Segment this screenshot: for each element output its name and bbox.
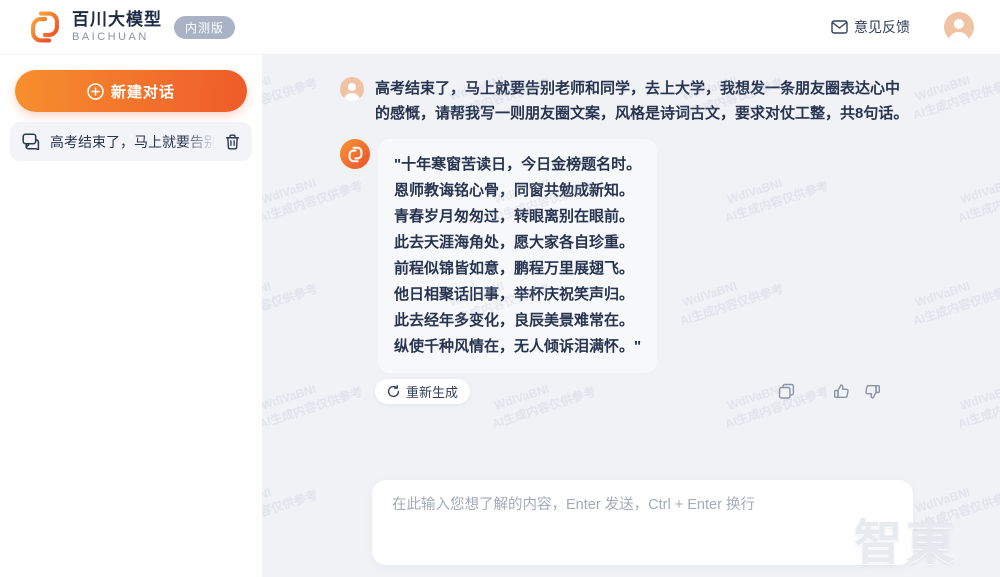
chat-input-container — [372, 480, 913, 565]
poem-line: "十年寒窗苦读日，今日金榜题名时。 — [394, 152, 641, 178]
sidebar: 新建对话 高考结束了，马上就要告别老师和同学 — [0, 55, 262, 577]
poem-line: 此去经年多变化，良辰美景难常在。 — [394, 308, 641, 334]
message-list: 高考结束了，马上就要告别老师和同学，去上大学，我想发一条朋友圈表达心中的感慨，请… — [262, 55, 1000, 404]
app-logo: 百川大模型 BAICHUAN — [26, 8, 162, 46]
conversation-list-item[interactable]: 高考结束了，马上就要告别老师和同学 — [10, 122, 252, 161]
message-actions-row: 重新生成 — [340, 379, 883, 404]
poem-line: 此去天涯海角处，愿大家各自珍重。 — [394, 230, 641, 256]
thumbs-up-button[interactable] — [831, 381, 852, 402]
beta-badge: 内测版 — [174, 16, 235, 39]
poem-line: 纵使千种风情在，无人倾诉泪满怀。" — [394, 334, 641, 360]
action-icons — [776, 381, 883, 402]
poem-line: 青春岁月匆匆过，转眼离别在眼前。 — [394, 204, 641, 230]
plus-circle-icon — [87, 83, 104, 100]
chat-area: 高考结束了，马上就要告别老师和同学，去上大学，我想发一条朋友圈表达心中的感慨，请… — [262, 55, 1000, 577]
user-message-avatar — [340, 77, 364, 101]
new-chat-button[interactable]: 新建对话 — [15, 70, 247, 112]
top-header: 百川大模型 BAICHUAN 内测版 意见反馈 — [0, 0, 1000, 55]
watermark-tile: WdIVaBNIAI生成内容仅供参考 — [958, 573, 1000, 577]
chat-input[interactable] — [392, 493, 893, 552]
copy-icon — [778, 383, 795, 400]
poem-line: 恩师教诲铭心骨，同窗共勉成新知。 — [394, 178, 641, 204]
thumbs-down-button[interactable] — [862, 381, 883, 402]
feedback-label: 意见反馈 — [854, 17, 910, 37]
feedback-button[interactable]: 意见反馈 — [831, 17, 910, 37]
envelope-icon — [831, 20, 848, 34]
user-message-text: 高考结束了，马上就要告别老师和同学，去上大学，我想发一条朋友圈表达心中的感慨，请… — [375, 76, 909, 126]
assistant-message-bubble: "十年寒窗苦读日，今日金榜题名时。恩师教诲铭心骨，同窗共勉成新知。青春岁月匆匆过… — [378, 139, 657, 373]
regenerate-button[interactable]: 重新生成 — [375, 379, 470, 404]
watermark-tile: WdIVaBNIAI生成内容仅供参考 — [262, 573, 365, 577]
baichuan-avatar-icon — [346, 145, 365, 164]
new-chat-label: 新建对话 — [111, 81, 175, 102]
trash-icon[interactable] — [225, 134, 240, 150]
refresh-icon — [387, 385, 400, 398]
conversation-title: 高考结束了，马上就要告别老师和同学 — [50, 133, 216, 151]
user-message-row: 高考结束了，马上就要告别老师和同学，去上大学，我想发一条朋友圈表达心中的感慨，请… — [340, 76, 1000, 126]
watermark-tile: WdIVaBNIAI生成内容仅供参考 — [492, 573, 598, 577]
thumbs-up-icon — [833, 383, 850, 400]
regenerate-label: 重新生成 — [406, 382, 458, 401]
poem-line: 前程似锦皆如意，鹏程万里展翅飞。 — [394, 256, 641, 282]
baichuan-logo-icon — [26, 8, 64, 46]
watermark-tile: WdIVaBNIAI生成内容仅供参考 — [262, 470, 320, 533]
assistant-avatar — [340, 139, 370, 169]
copy-button[interactable] — [776, 381, 797, 402]
app-title: 百川大模型 — [72, 11, 162, 30]
assistant-message-row: "十年寒窗苦读日，今日金榜题名时。恩师教诲铭心骨，同窗共勉成新知。青春岁月匆匆过… — [340, 139, 1000, 373]
poem-line: 他日相聚话旧事，举杯庆祝笑声归。 — [394, 282, 641, 308]
user-profile-avatar[interactable] — [944, 12, 974, 42]
app-subtitle: BAICHUAN — [72, 31, 162, 43]
watermark-tile: WdIVaBNIAI生成内容仅供参考 — [913, 470, 1000, 533]
watermark-tile: WdIVaBNIAI生成内容仅供参考 — [725, 573, 831, 577]
thumbs-down-icon — [864, 383, 881, 400]
chat-bubbles-icon — [22, 133, 41, 150]
